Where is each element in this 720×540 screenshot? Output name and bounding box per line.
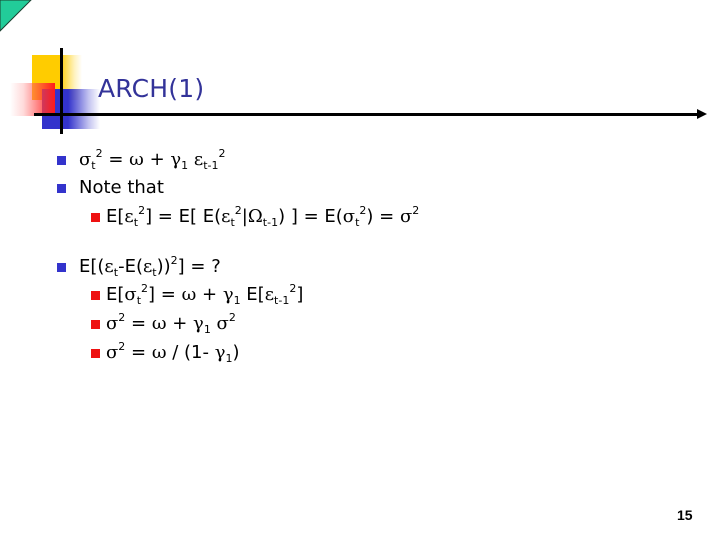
math-token: ε (264, 284, 275, 305)
math-token: Note that (79, 177, 164, 198)
math-token: σ (342, 206, 356, 227)
arrow-head-icon (697, 109, 707, 119)
math-token: Ω (247, 206, 263, 227)
math-token: -E( (118, 256, 143, 277)
math-token: t (152, 266, 157, 279)
math-token: 2 (228, 311, 236, 324)
math-token: E[ (106, 284, 125, 305)
math-token: ω (151, 342, 167, 363)
math-token: σ (106, 342, 119, 363)
bullet-marker-icon (91, 349, 100, 358)
math-token: t (113, 266, 119, 279)
math-token: ] (296, 284, 304, 305)
math-token: t-1 (203, 159, 219, 172)
math-token: σ (124, 284, 137, 305)
math-token: 2 (138, 204, 146, 217)
math-token: 1 (233, 294, 241, 307)
math-token: σ (216, 313, 229, 334)
math-token: σ (79, 149, 92, 170)
bullet-text-level2: σ2 = ω / (1- γ1) (106, 340, 240, 365)
bullet-marker-icon (91, 320, 100, 329)
math-token: E[ (240, 284, 265, 305)
math-token: σ (106, 313, 119, 334)
slide-title: ARCH(1) (98, 74, 205, 103)
bullet-marker-icon (57, 184, 66, 193)
math-token: t (136, 294, 142, 307)
math-token: ) ] = E( (278, 206, 343, 227)
math-token: 2 (289, 282, 297, 295)
math-token: / (1- (166, 342, 215, 363)
math-token: t-1 (274, 294, 290, 307)
bullet-text-level1: Note that (79, 177, 164, 199)
math-token: ] = ? (177, 256, 221, 277)
bullet-text-level2: E[εt2] = E[ E(εt2|Ωt-1) ] = E(σt2) = σ2 (106, 204, 420, 229)
math-token: E[ (106, 206, 125, 227)
math-token: 2 (234, 204, 242, 217)
math-token: ) (232, 342, 240, 363)
math-token: + (196, 284, 223, 305)
math-token: + (143, 149, 171, 170)
math-token: ω (129, 149, 144, 170)
math-token: ω (181, 284, 197, 305)
math-token: ε (193, 149, 204, 170)
math-token: = (125, 342, 152, 363)
bullet-text-level1: σt2 = ω + γ1 εt-12 (79, 147, 226, 172)
math-token: γ (170, 149, 182, 170)
math-token: ) = (366, 206, 400, 227)
math-token: t (355, 216, 360, 229)
math-token: 1 (203, 323, 211, 336)
math-token: ω (151, 313, 167, 334)
math-token: = (102, 149, 130, 170)
math-token: 2 (412, 204, 420, 217)
bullet-text-level1: E[(εt-E(εt))2] = ? (79, 254, 221, 279)
math-token: )) (156, 256, 171, 277)
math-token: γ (214, 342, 226, 363)
bullet-marker-icon (91, 213, 100, 222)
math-token: 2 (218, 147, 226, 160)
math-token: + (166, 313, 194, 334)
math-token: 2 (170, 254, 178, 267)
math-token: 1 (181, 159, 189, 172)
math-token: t-1 (262, 216, 279, 229)
math-token: 1 (225, 352, 233, 365)
red-square-decoration (10, 83, 55, 116)
math-token: = (125, 313, 152, 334)
math-token: t (230, 216, 235, 229)
math-token: ε (104, 256, 114, 277)
corner-triangle-decoration (0, 0, 32, 32)
math-token: ] = (148, 284, 182, 305)
vertical-rule (60, 48, 63, 134)
math-token: 2 (118, 311, 126, 324)
math-token: t (133, 216, 139, 229)
math-token: 2 (118, 340, 126, 353)
math-token: 2 (141, 282, 149, 295)
page-number: 15 (677, 507, 693, 523)
math-token: t (91, 159, 96, 172)
math-token: E[( (79, 256, 105, 277)
bullet-text-level2: E[σt2] = ω + γ1 E[εt-12] (106, 282, 304, 307)
math-token: γ (222, 284, 234, 305)
math-token: ε (124, 206, 134, 227)
bullet-text-level2: σ2 = ω + γ1 σ2 (106, 311, 236, 336)
bullet-marker-icon (57, 263, 66, 272)
math-token: σ (399, 206, 413, 227)
title-underline-rule (34, 113, 698, 116)
bullet-marker-icon (91, 291, 100, 300)
math-token: γ (193, 313, 204, 334)
math-token: 2 (359, 204, 367, 217)
bullet-marker-icon (57, 156, 66, 165)
math-token: ] = E[ E( (145, 206, 222, 227)
math-token: 2 (95, 147, 103, 160)
math-token: ε (142, 256, 153, 277)
